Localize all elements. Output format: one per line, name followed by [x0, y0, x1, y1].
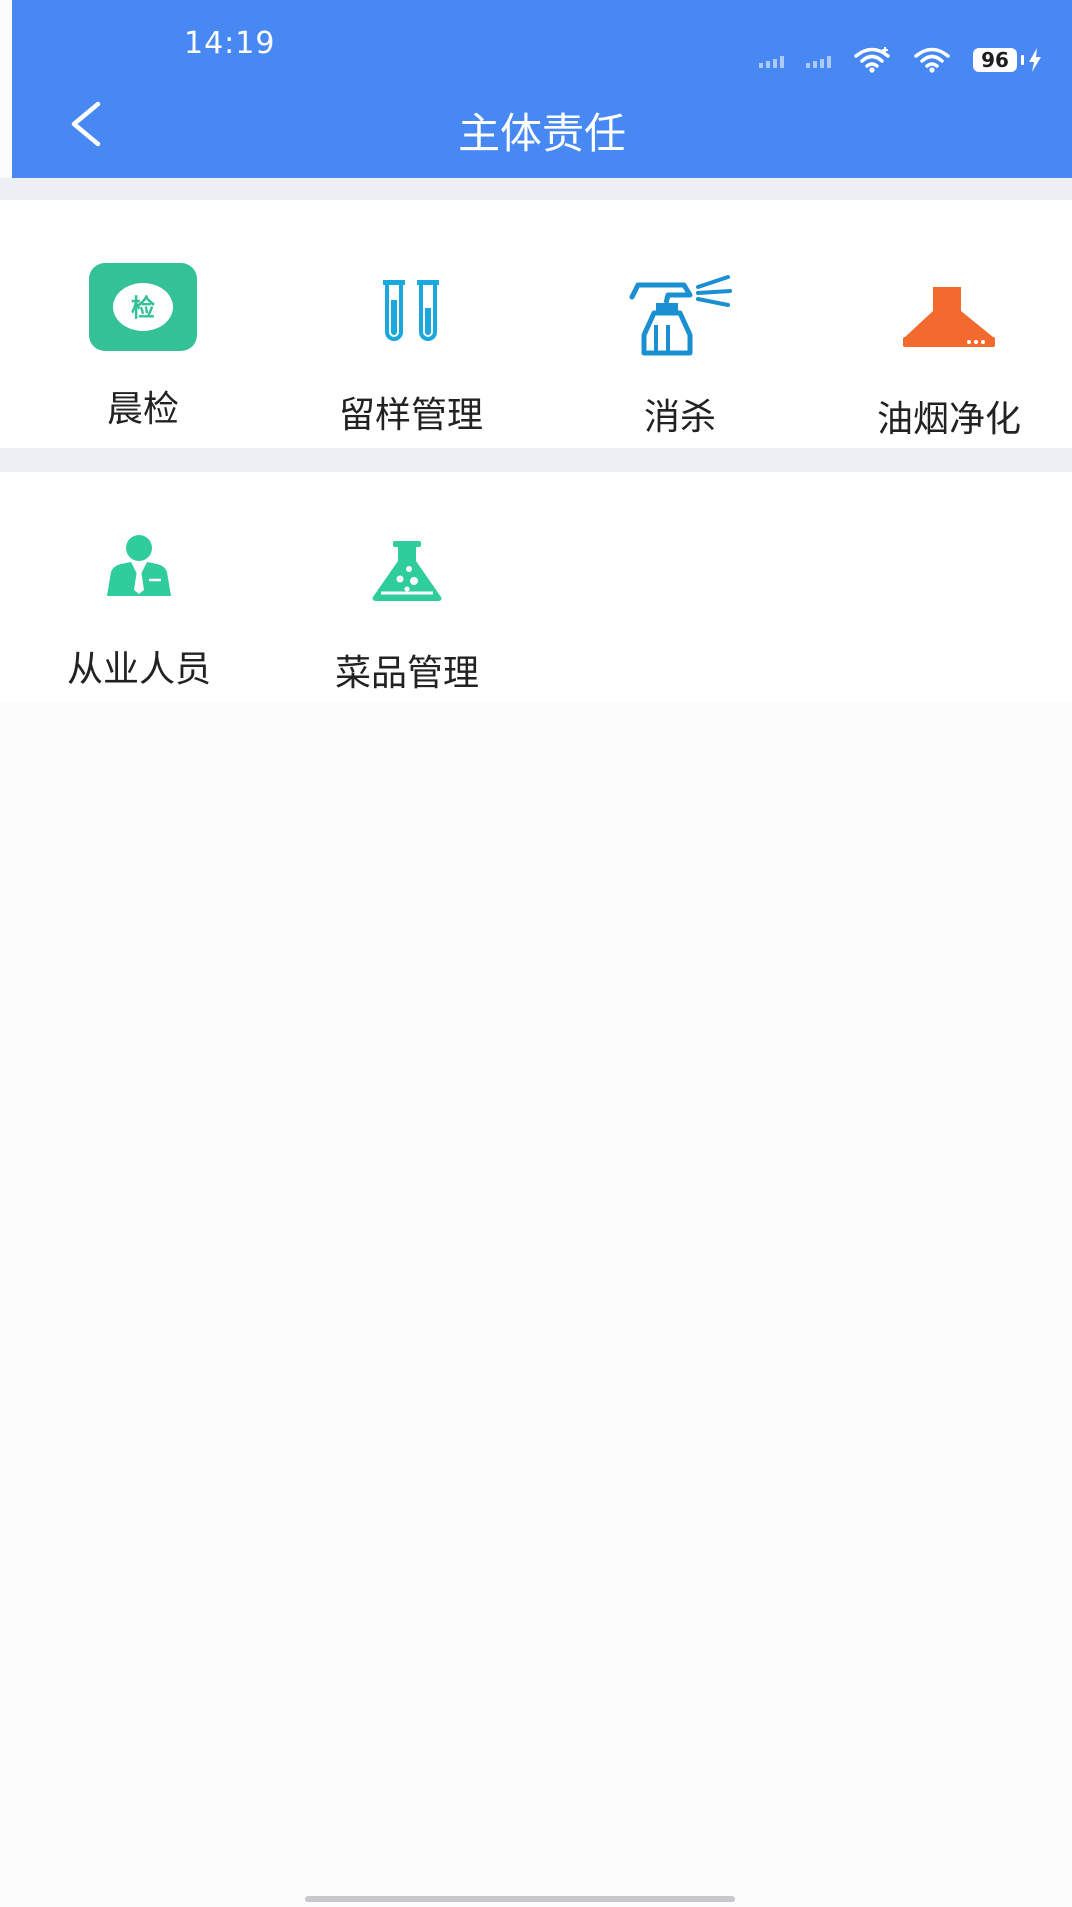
status-icons: 96 [759, 42, 1042, 78]
header-bar: 14:19 96 主体责任 [12, 0, 1072, 178]
lab-flask-icon [372, 541, 442, 601]
range-hood-icon [903, 287, 995, 347]
wifi-icon [914, 47, 950, 73]
signal-icon [759, 52, 784, 68]
check-badge-text: 检 [131, 294, 155, 322]
battery-tip [1021, 55, 1024, 65]
grid-item-label: 晨检 [106, 389, 179, 430]
function-grid-section-1: 检 晨检 留样管理 消杀 油烟净化 [0, 200, 1072, 448]
section-divider [0, 448, 1072, 472]
spray-bottle-icon [629, 275, 732, 356]
signal-icon [806, 52, 831, 68]
home-indicator[interactable] [305, 1896, 735, 1902]
test-tubes-icon [383, 280, 439, 341]
grid-item-dish-management[interactable]: 菜品管理 [287, 516, 527, 696]
staff-person-icon [107, 535, 171, 596]
grid-item-morning-check[interactable]: 检 晨检 [23, 252, 263, 432]
grid-item-label: 油烟净化 [876, 399, 1021, 440]
check-badge-icon: 检 [89, 263, 197, 351]
grid-item-fume-purification[interactable]: 油烟净化 [829, 262, 1069, 442]
grid-item-label: 消杀 [643, 397, 716, 438]
app-screen: 14:19 96 主体责任 检 晨检 留样管理 消杀 油烟净化 从业人员 菜品管… [0, 0, 1072, 1907]
status-time: 14:19 [184, 26, 276, 61]
charging-icon [1029, 48, 1041, 72]
grid-item-label: 菜品管理 [334, 653, 479, 694]
grid-item-sample-retention[interactable]: 留样管理 [291, 258, 531, 438]
page-title: 主体责任 [457, 109, 626, 158]
grid-item-staff[interactable]: 从业人员 [19, 512, 259, 692]
section-divider [0, 178, 1072, 200]
grid-item-disinfection[interactable]: 消杀 [560, 260, 800, 440]
function-grid-section-2: 从业人员 菜品管理 [0, 472, 1072, 702]
grid-item-label: 留样管理 [338, 395, 483, 436]
wifi-icon [854, 47, 890, 73]
battery-level: 96 [973, 48, 1017, 72]
grid-item-label: 从业人员 [66, 649, 211, 690]
battery-indicator: 96 [973, 48, 1042, 72]
